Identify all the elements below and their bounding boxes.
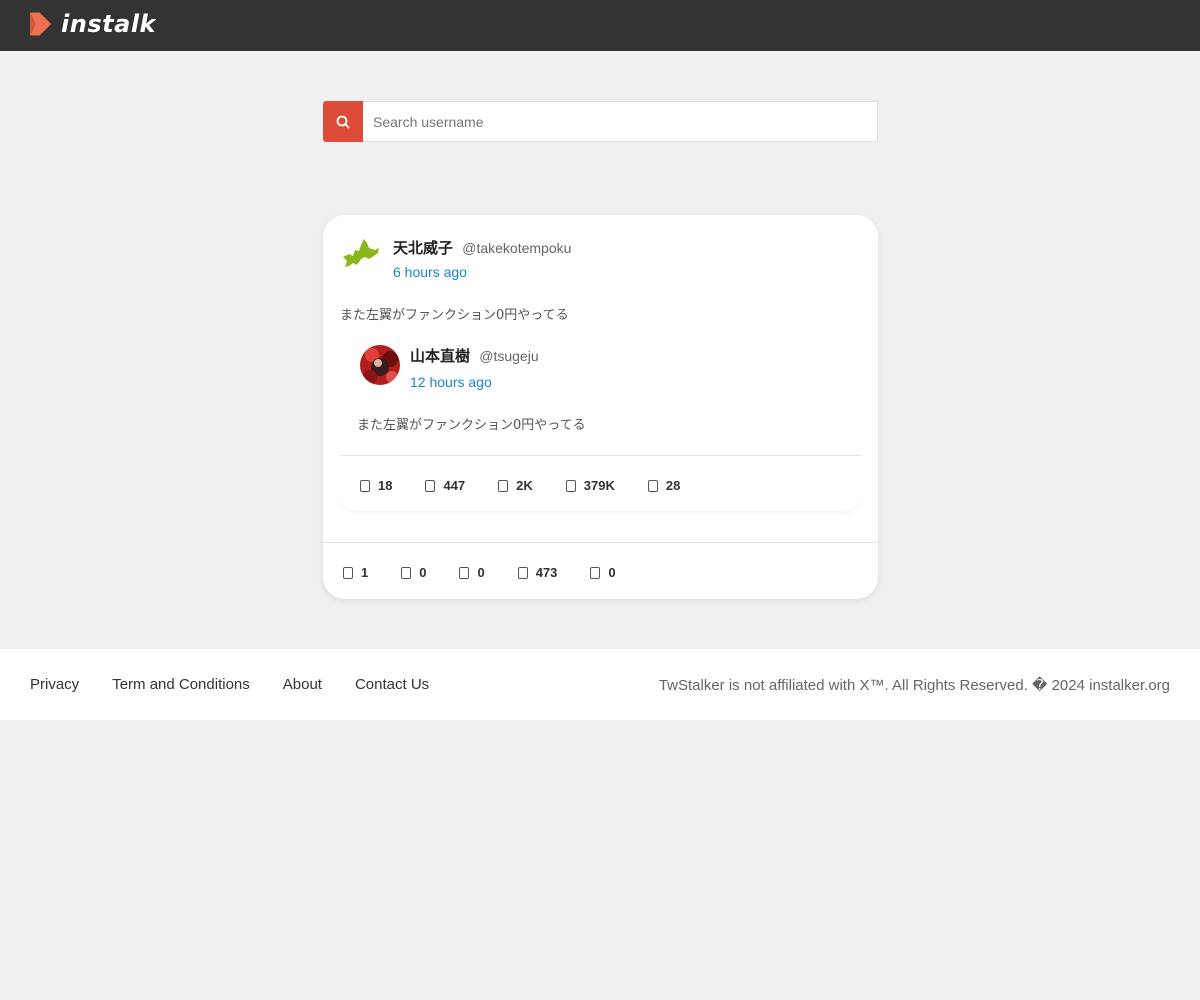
about-link[interactable]: About <box>283 676 322 693</box>
quoted-reply-stat[interactable]: 18 <box>360 478 392 493</box>
like-icon <box>498 479 509 492</box>
post-text: また左翼がファンクション0円やってる <box>340 308 569 323</box>
quoted-retweet-stat[interactable]: 447 <box>425 478 465 493</box>
privacy-link[interactable]: Privacy <box>30 676 79 693</box>
reply-stat[interactable]: 1 <box>343 565 368 580</box>
retweet-count: 0 <box>419 565 427 580</box>
reply-icon <box>360 479 370 492</box>
quoted-author-name[interactable]: 山本直樹 @tsugeju <box>410 345 539 366</box>
bookmark-stat[interactable]: 0 <box>590 565 616 580</box>
quoted-like-count: 2K <box>516 478 533 493</box>
retweet-icon <box>425 479 436 492</box>
copyright-text: TwStalker is not affiliated with X™. All… <box>658 677 1170 694</box>
footer-links: Privacy Term and Conditions About Contac… <box>30 676 462 693</box>
reply-count: 1 <box>361 565 369 580</box>
bookmark-icon <box>590 566 601 579</box>
author-handle: @takekotempoku <box>462 240 572 256</box>
brand-name: instalk <box>61 10 156 38</box>
view-stat[interactable]: 473 <box>517 565 558 580</box>
view-icon <box>565 479 576 492</box>
quoted-time-link[interactable]: 12 hours ago <box>410 374 492 390</box>
like-icon <box>459 566 470 579</box>
contact-link[interactable]: Contact Us <box>355 676 429 693</box>
bookmark-count: 0 <box>608 565 616 580</box>
like-stat[interactable]: 0 <box>459 565 485 580</box>
author-name-text: 天北威子 <box>393 239 454 257</box>
post-stats-bar: 1 0 0 473 0 <box>343 565 649 580</box>
quoted-like-stat[interactable]: 2K <box>498 478 533 493</box>
quoted-bookmark-stat[interactable]: 28 <box>647 478 681 493</box>
view-icon <box>517 566 528 579</box>
post-time-link[interactable]: 6 hours ago <box>393 264 467 280</box>
post-divider <box>323 542 878 543</box>
reply-icon <box>343 566 353 579</box>
quoted-author-avatar[interactable] <box>360 345 400 385</box>
quoted-bookmark-count: 28 <box>665 478 681 493</box>
quoted-divider <box>340 455 861 456</box>
search-icon <box>336 115 350 129</box>
quoted-view-stat[interactable]: 379K <box>565 478 615 493</box>
search-input[interactable] <box>363 101 878 142</box>
bookmark-icon <box>647 479 658 492</box>
quoted-post[interactable]: 山本直樹 @tsugeju 12 hours ago また左翼がファンクション0… <box>340 325 861 511</box>
avatar-image <box>360 345 400 385</box>
quoted-post-text: また左翼がファンクション0円やってる <box>357 418 586 433</box>
quoted-reply-count: 18 <box>378 478 393 493</box>
like-count: 0 <box>477 565 485 580</box>
retweet-stat[interactable]: 0 <box>401 565 426 580</box>
quoted-stats-bar: 18 447 2K 379K 28 <box>360 478 713 493</box>
search-bar <box>323 101 878 142</box>
logo-icon <box>29 12 52 36</box>
terms-link[interactable]: Term and Conditions <box>112 676 250 693</box>
author-name[interactable]: 天北威子 @takekotempoku <box>393 237 571 258</box>
quoted-author-name-text: 山本直樹 <box>410 347 471 365</box>
footer: Privacy Term and Conditions About Contac… <box>0 649 1200 720</box>
search-button[interactable] <box>323 101 363 142</box>
retweet-icon <box>401 566 412 579</box>
brand-link[interactable]: instalk <box>28 10 156 38</box>
author-avatar[interactable] <box>341 237 381 271</box>
view-count: 473 <box>535 565 558 580</box>
quoted-author-handle: @tsugeju <box>479 348 539 364</box>
post-card: 天北威子 @takekotempoku 6 hours ago また左翼がファン… <box>323 215 878 599</box>
top-navbar: instalk <box>0 0 1200 51</box>
quoted-view-count: 379K <box>583 478 615 493</box>
quoted-retweet-count: 447 <box>443 478 466 493</box>
